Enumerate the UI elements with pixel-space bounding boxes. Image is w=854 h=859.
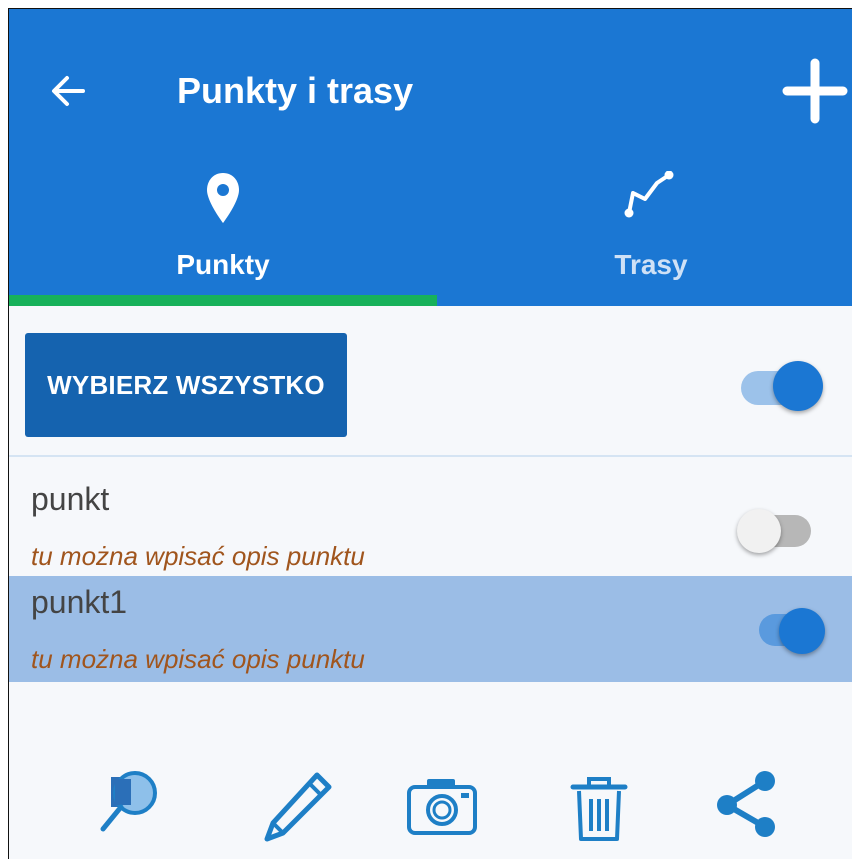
plus-icon (782, 58, 848, 124)
page-title: Punkty i trasy (177, 70, 414, 111)
tab-indicator (9, 295, 437, 306)
list-item[interactable]: punkt1 tu można wpisać opis punktu (9, 576, 852, 682)
point-description: tu można wpisać opis punktu (31, 541, 365, 571)
search-map-icon (100, 771, 157, 832)
route-icon (624, 171, 674, 218)
screen: Punkty i trasy Punkty Trasy WYBIERZ WSZY… (8, 8, 852, 859)
trash-icon (570, 777, 628, 841)
edit-button[interactable] (257, 769, 337, 849)
camera-icon (407, 779, 477, 835)
divider (9, 455, 852, 457)
share-button[interactable] (709, 769, 789, 849)
tab-punkty[interactable]: Punkty (9, 159, 437, 299)
toggle-thumb (779, 608, 825, 654)
point-name: punkt (31, 481, 110, 517)
list-item[interactable]: punkt tu można wpisać opis punktu (9, 471, 852, 577)
select-all-button[interactable]: WYBIERZ WSZYSTKO (25, 333, 347, 437)
tab-trasy-label: Trasy (614, 249, 688, 280)
search-map-button[interactable] (97, 769, 177, 849)
point-toggle[interactable] (737, 507, 821, 557)
point-description: tu można wpisać opis punktu (31, 644, 365, 674)
share-icon (717, 771, 775, 837)
map-pin-icon (207, 173, 239, 223)
add-button[interactable] (781, 57, 849, 125)
app-bar: Punkty i trasy Punkty Trasy (9, 9, 852, 306)
select-all-toggle[interactable] (739, 361, 827, 415)
edit-pencil-icon (264, 772, 332, 842)
back-button[interactable] (47, 69, 91, 113)
point-name: punkt1 (31, 584, 128, 620)
toggle-thumb (737, 509, 781, 553)
arrow-left-icon (52, 76, 85, 106)
tab-trasy[interactable]: Trasy (437, 159, 852, 299)
delete-button[interactable] (559, 769, 639, 849)
toggle-thumb (773, 361, 823, 411)
camera-button[interactable] (403, 769, 483, 849)
tab-punkty-label: Punkty (176, 249, 270, 280)
point-toggle[interactable] (757, 606, 841, 656)
